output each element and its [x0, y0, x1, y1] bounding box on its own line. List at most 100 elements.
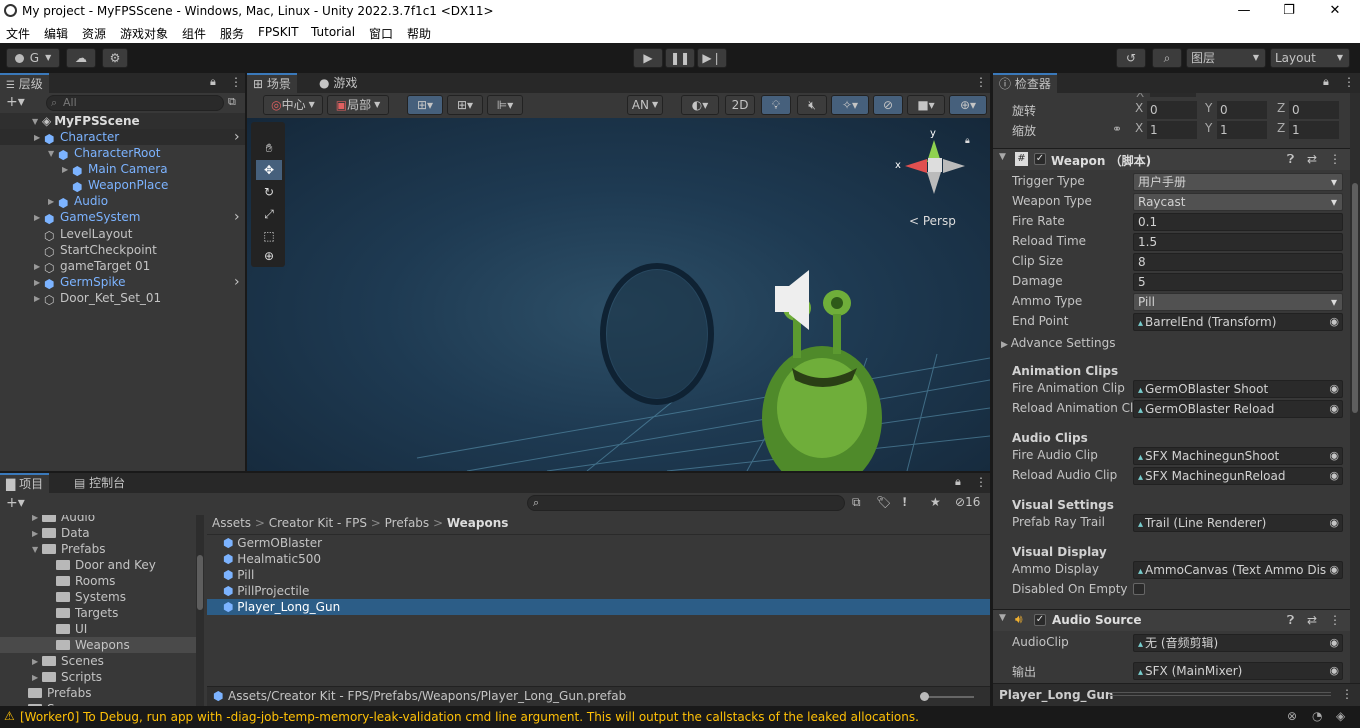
breadcrumb-weapons[interactable]: Weapons — [447, 516, 509, 530]
folder-item[interactable]: Prefabs — [18, 685, 92, 701]
folder-item[interactable]: Weapons — [0, 637, 196, 653]
menu-fpskit[interactable]: FPSKIT — [258, 25, 299, 39]
more-menu-icon[interactable]: ⋮ — [1343, 75, 1355, 89]
hierarchy-item[interactable]: ⬢ WeaponPlace — [62, 177, 168, 194]
tab-hierarchy[interactable]: ☰ 层级 — [0, 73, 49, 93]
link-icon[interactable]: ⚭ — [1112, 122, 1122, 136]
step-button[interactable]: ▶❘ — [697, 48, 727, 68]
property-field[interactable]: 用户手册 — [1133, 173, 1343, 191]
gizmos-dropdown[interactable]: ⊕▾ — [949, 95, 987, 115]
search-button[interactable]: ⌕ — [1152, 48, 1182, 68]
lock-icon[interactable]: 🔒︎ — [210, 75, 216, 89]
project-search[interactable]: ⌕ — [527, 495, 845, 511]
space-dropdown[interactable]: ▣ 局部 ▼ — [327, 95, 389, 115]
property-field[interactable]: ▴ SFX MachinegunShoot — [1133, 447, 1343, 465]
menu-assets[interactable]: 资源 — [82, 25, 106, 42]
scale-z[interactable]: Z1 — [1277, 121, 1339, 139]
folder-item[interactable]: Systems — [46, 589, 126, 605]
folder-item[interactable]: Targets — [46, 605, 118, 621]
property-field[interactable]: ▴ SFX MachinegunReload — [1133, 467, 1343, 485]
rotation-z[interactable]: Z0 — [1277, 101, 1339, 119]
scale-tool[interactable]: ⤢ — [256, 204, 282, 224]
hand-tool[interactable]: ✋︎ — [256, 138, 282, 158]
play-button[interactable]: ▶ — [633, 48, 663, 68]
cloud-button[interactable]: ☁ — [66, 48, 96, 68]
status-bar[interactable]: ⚠︎ [Worker0] To Debug, run app with -dia… — [0, 706, 1360, 728]
menu-file[interactable]: 文件 — [6, 25, 30, 42]
scale-x[interactable]: X1 — [1135, 121, 1197, 139]
hidden-count[interactable]: ⊘16 — [955, 495, 980, 509]
pause-button[interactable]: ❚❚ — [665, 48, 695, 68]
folder-item[interactable]: ▶ Scripts — [32, 669, 102, 685]
create-button[interactable]: +▾ — [6, 94, 25, 110]
property-field[interactable]: ▴ GermOBlaster Shoot — [1133, 380, 1343, 398]
minimize-button[interactable]: — — [1234, 2, 1254, 20]
property-field[interactable]: ▴ GermOBlaster Reload — [1133, 400, 1343, 418]
2d-toggle[interactable]: 2D — [725, 95, 755, 115]
more-menu-icon[interactable]: ⋮ — [975, 475, 987, 489]
rect-tool[interactable]: ⬚ — [256, 226, 282, 246]
property-field[interactable]: 5 — [1133, 273, 1343, 291]
lock-icon[interactable]: 🔒︎ — [965, 136, 970, 146]
property-field[interactable]: ▴ Trail (Line Renderer) — [1133, 514, 1343, 532]
property-field[interactable]: ▴ SFX (MainMixer) — [1133, 662, 1343, 680]
hierarchy-search[interactable]: ⌕ All — [46, 95, 224, 111]
hierarchy-item[interactable]: ⬡ StartCheckpoint — [34, 242, 157, 259]
weapon-component-header[interactable]: ▼ # ✓ Weapon （脚本) ❓︎ ⇄ ⋮ — [993, 148, 1350, 170]
more-menu-icon[interactable]: ⋮ — [230, 75, 242, 89]
weapon-enabled-checkbox[interactable]: ✓ — [1034, 153, 1046, 165]
breadcrumb-kit[interactable]: Creator Kit - FPS — [269, 516, 367, 530]
asset-item[interactable]: ⬢ GermOBlaster — [207, 535, 990, 551]
hierarchy-item[interactable]: ▶ ⬡ gameTarget 01 — [34, 258, 150, 275]
property-field[interactable]: Pill — [1133, 293, 1343, 311]
asset-item[interactable]: ⬢ Healmatic500 — [207, 551, 990, 567]
tab-project[interactable]: ▇ 项目 — [0, 473, 50, 493]
folder-item[interactable]: ▼ Prefabs — [32, 541, 106, 557]
menu-tutorial[interactable]: Tutorial — [311, 25, 355, 39]
layers-dropdown[interactable]: 图层 ▼ — [1186, 48, 1266, 68]
hierarchy-item[interactable]: ▼ ⬢ CharacterRoot — [48, 145, 160, 162]
folder-item[interactable]: ▶ Data — [32, 525, 90, 541]
scene-viewport[interactable]: ✋︎ ✥ ↻ ⤢ ⬚ ⊕ y x < Persp 🔒︎ — [247, 118, 990, 471]
chevron-right-icon[interactable]: › — [234, 209, 240, 225]
bake-icon[interactable]: ◈ — [1336, 709, 1345, 723]
menu-component[interactable]: 组件 — [182, 25, 206, 42]
property-field[interactable]: ▴ BarrelEnd (Transform) — [1133, 313, 1343, 331]
breadcrumb-prefabs[interactable]: Prefabs — [385, 516, 430, 530]
snap-settings[interactable]: ⊫▾ — [487, 95, 523, 115]
hierarchy-item[interactable]: ▶ ⬢ GameSystem — [34, 209, 140, 226]
hierarchy-item[interactable]: ▶ ⬡ Door_Ket_Set_01 — [34, 290, 161, 307]
filter-type-icon[interactable]: ⧉ — [852, 495, 861, 510]
collab-button[interactable]: ⚙ — [102, 48, 128, 68]
property-field[interactable]: 1.5 — [1133, 233, 1343, 251]
history-button[interactable]: ↺ — [1116, 48, 1146, 68]
tab-scene[interactable]: ⊞ 场景 — [247, 73, 297, 93]
menu-help[interactable]: 帮助 — [407, 25, 431, 42]
create-button[interactable]: +▾ — [6, 495, 25, 511]
filter-icon[interactable]: ⧉ — [228, 95, 236, 109]
transform-tool[interactable]: ⊕ — [256, 246, 282, 266]
scale-y[interactable]: Y1 — [1205, 121, 1267, 139]
grid-toggle[interactable]: ⊞▾ — [407, 95, 443, 115]
maximize-button[interactable]: ❐ — [1279, 2, 1299, 20]
more-menu-icon[interactable]: ⋮ — [1329, 152, 1341, 166]
scene-root[interactable]: ▼ ◈ MyFPSScene — [32, 113, 140, 129]
rotate-tool[interactable]: ↻ — [256, 182, 282, 202]
audio-source-enabled-checkbox[interactable]: ✓ — [1034, 614, 1046, 626]
effects-dropdown[interactable]: ✧▾ — [831, 95, 869, 115]
lock-icon[interactable]: 🔒︎ — [955, 475, 961, 489]
chevron-right-icon[interactable]: › — [234, 274, 240, 290]
menu-edit[interactable]: 编辑 — [44, 25, 68, 42]
progress-icon[interactable]: ◔ — [1312, 709, 1322, 723]
menu-gameobject[interactable]: 游戏对象 — [120, 25, 168, 42]
orientation-gizmo[interactable]: y x < Persp 🔒︎ — [887, 128, 977, 228]
icon-size-slider[interactable] — [920, 692, 974, 701]
layout-dropdown[interactable]: Layout ▼ — [1270, 48, 1350, 68]
asset-item[interactable]: ⬢ PillProjectile — [207, 583, 990, 599]
asset-item[interactable]: ⬢ Player_Long_Gun — [207, 599, 990, 615]
filter-label-icon[interactable]: 🏷︎ — [876, 495, 891, 509]
snap-increment[interactable]: ⊞▾ — [447, 95, 483, 115]
folder-item[interactable]: Door and Key — [46, 557, 156, 573]
folder-item[interactable]: UI — [46, 621, 87, 637]
camera-dropdown[interactable]: ■▾ — [907, 95, 945, 115]
